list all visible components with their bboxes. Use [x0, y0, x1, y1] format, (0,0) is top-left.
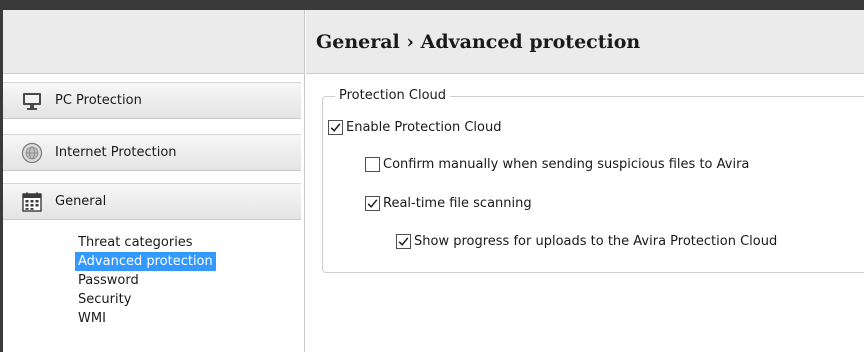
sidebar-item-security[interactable]: Security [75, 290, 216, 309]
option-label: Real-time file scanning [383, 196, 532, 211]
sidebar-section-label: Internet Protection [55, 145, 177, 160]
enable-protection-cloud-option[interactable]: Enable Protection Cloud [328, 120, 501, 135]
sidebar-section-pc-protection[interactable]: PC Protection [3, 82, 301, 119]
confirm-manually-option[interactable]: Confirm manually when sending suspicious… [365, 157, 749, 172]
checkbox[interactable] [396, 234, 411, 249]
sidebar-header [3, 10, 304, 74]
option-label: Show progress for uploads to the Avira P… [414, 234, 778, 249]
general-subitems-list: Threat categories Advanced protection Pa… [75, 233, 216, 328]
checkmark-icon [367, 199, 378, 208]
content-panel: General › Advanced protection Protection… [306, 10, 864, 352]
monitor-icon [19, 88, 45, 114]
page-title: General › Advanced protection [316, 30, 641, 53]
sidebar-item-wmi[interactable]: WMI [75, 309, 216, 328]
checkbox[interactable] [365, 196, 380, 211]
checkmark-icon [398, 237, 409, 246]
checkbox[interactable] [328, 120, 343, 135]
sidebar-item-password[interactable]: Password [75, 271, 216, 290]
option-label: Confirm manually when sending suspicious… [383, 157, 750, 172]
sidebar-section-label: General [55, 194, 107, 209]
sidebar-section-internet-protection[interactable]: Internet Protection [3, 134, 301, 171]
sidebar-section-label: PC Protection [55, 93, 142, 108]
globe-icon [19, 140, 45, 166]
content-header: General › Advanced protection [306, 10, 864, 74]
real-time-file-scanning-option[interactable]: Real-time file scanning [365, 196, 532, 211]
checkmark-icon [330, 123, 341, 132]
show-upload-progress-option[interactable]: Show progress for uploads to the Avira P… [396, 234, 777, 249]
calendar-icon [19, 189, 45, 215]
groupbox-title: Protection Cloud [335, 88, 451, 103]
sidebar-item-advanced-protection[interactable]: Advanced protection [75, 252, 216, 271]
option-label: Enable Protection Cloud [346, 120, 502, 135]
sidebar-item-threat-categories[interactable]: Threat categories [75, 233, 216, 252]
window-top-frame [0, 0, 864, 10]
checkbox[interactable] [365, 157, 380, 172]
sidebar-section-general[interactable]: General [3, 183, 301, 220]
